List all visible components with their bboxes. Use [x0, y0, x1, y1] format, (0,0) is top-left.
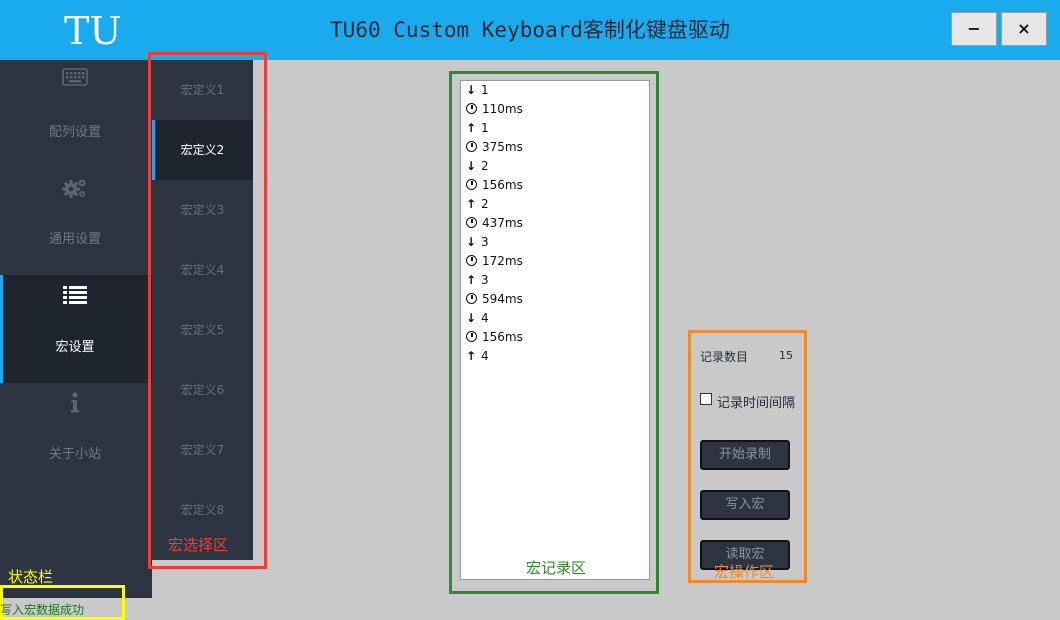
macro-record-frame [449, 71, 659, 594]
title-bar: TU TU60 Custom Keyboard客制化键盘驱动 − × [0, 0, 1060, 60]
list-icon [0, 285, 150, 311]
nav-item-about[interactable]: 关于小站 [0, 383, 152, 491]
macro-ops-frame [688, 330, 807, 583]
nav-item-layout[interactable]: 配列设置 [0, 60, 152, 168]
macro-record-label: 宏记录区 [526, 559, 587, 577]
nav-item-macro[interactable]: 宏设置 [0, 275, 152, 383]
app-title: TU60 Custom Keyboard客制化键盘驱动 [330, 18, 730, 42]
info-icon [0, 392, 150, 420]
nav-item-general[interactable]: 通用设置 [0, 168, 152, 276]
macro-ops-label: 宏操作区 [714, 563, 775, 581]
macro-select-frame [148, 52, 267, 569]
keyboard-icon [0, 68, 150, 92]
nav-label-layout: 配列设置 [48, 125, 101, 140]
left-nav: 配列设置 通用设置 宏设置 关于小站 [0, 60, 152, 598]
nav-label-macro: 宏设置 [55, 340, 95, 355]
status-message: 写入宏数据成功 [0, 603, 85, 617]
nav-label-general: 通用设置 [48, 232, 101, 247]
macro-select-label: 宏选择区 [168, 536, 229, 554]
status-bar-label: 状态栏 [8, 568, 54, 586]
minimize-button[interactable]: − [951, 12, 997, 46]
nav-label-about: 关于小站 [48, 447, 101, 462]
close-button[interactable]: × [1001, 12, 1047, 46]
gears-icon [0, 176, 150, 206]
